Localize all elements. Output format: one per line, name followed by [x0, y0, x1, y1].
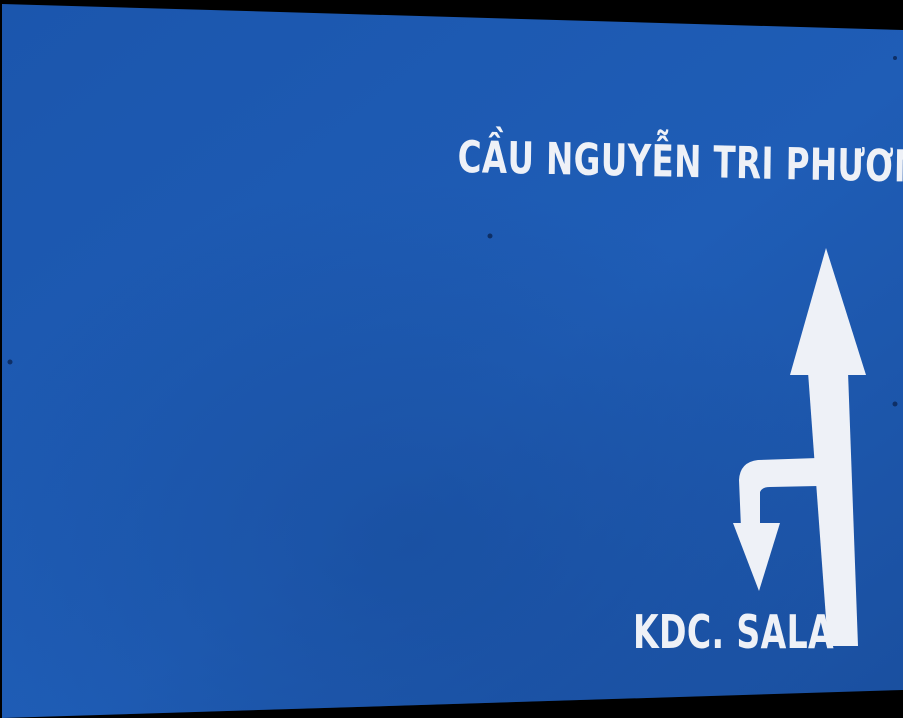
rivet [7, 359, 13, 365]
destination-label-cau-nguyen-tri-phuong: CẦU NGUYỄN TRI PHƯƠNG [457, 132, 903, 194]
destination-label-kdc-sala: KDC. SALA [633, 605, 835, 659]
rivet [487, 233, 493, 239]
rivet [893, 56, 897, 60]
rivet [892, 401, 898, 407]
